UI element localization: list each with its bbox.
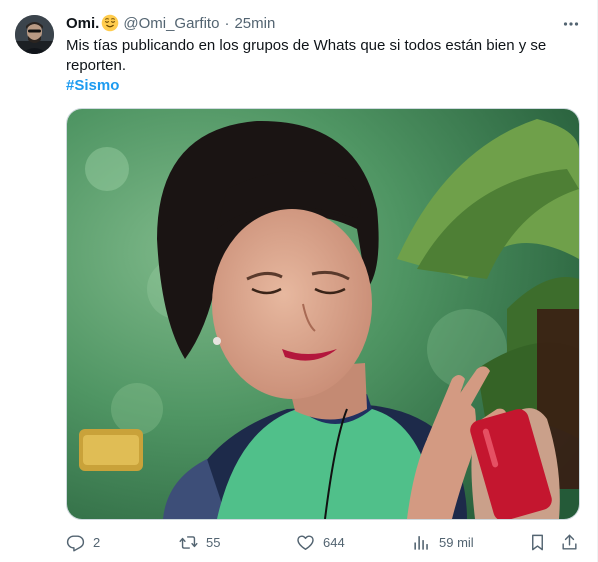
more-icon [563, 22, 579, 26]
share-icon [562, 534, 577, 550]
more-button[interactable] [560, 13, 582, 35]
avatar-image [15, 15, 54, 54]
like-count: 644 [323, 534, 345, 550]
tweet-header: Omi. @Omi_Garfito · 25min [66, 12, 275, 34]
media-photo [67, 109, 579, 519]
views-icon [414, 535, 428, 550]
retweet-button[interactable]: 55 [179, 530, 220, 554]
avatar[interactable] [15, 15, 54, 54]
tweet-media[interactable] [66, 108, 580, 520]
hashtag-link[interactable]: #Sismo [66, 76, 119, 96]
tweet-text: Mis tías publicando en los grupos de Wha… [66, 37, 547, 74]
separator-dot: · [224, 14, 230, 32]
bookmark-button[interactable] [528, 530, 547, 554]
like-button[interactable]: 644 [296, 530, 345, 554]
heart-icon [297, 534, 314, 550]
display-name[interactable]: Omi. [66, 15, 99, 32]
user-handle[interactable]: @Omi_Garfito [123, 15, 219, 32]
timestamp[interactable]: 25min [234, 15, 275, 32]
relieved-face-emoji [102, 14, 119, 32]
reply-count: 2 [93, 534, 101, 550]
reply-button[interactable]: 2 [66, 530, 100, 554]
tweet[interactable]: Omi. @Omi_Garfito · 25min Mis tías publi… [0, 0, 597, 562]
views-count: 59 mil [439, 534, 474, 550]
share-button[interactable] [560, 530, 579, 554]
views-button[interactable]: 59 mil [412, 530, 474, 554]
bookmark-icon [532, 534, 543, 550]
retweet-icon [179, 535, 198, 549]
reply-icon [66, 534, 85, 552]
retweet-count: 55 [206, 534, 221, 550]
action-bar: 2 55 644 59 mil [66, 530, 582, 554]
